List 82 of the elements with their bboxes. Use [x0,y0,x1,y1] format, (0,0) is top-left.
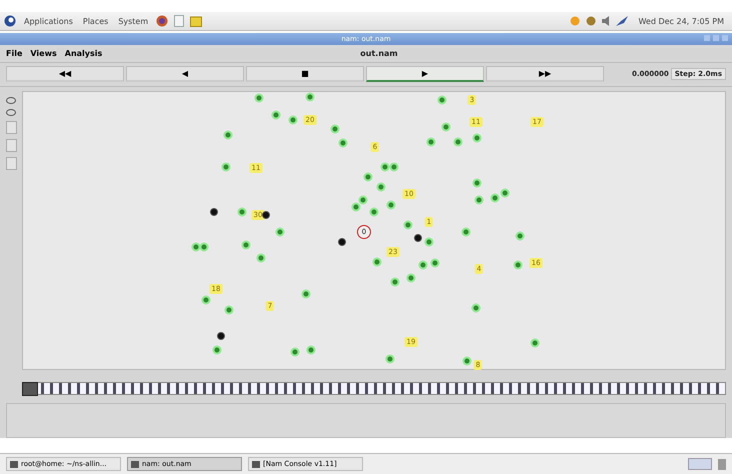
sensor-node [392,279,398,284]
tool-button[interactable] [6,120,16,134]
slider-thumb[interactable] [22,382,38,396]
sensor-node [292,349,298,354]
sensor-node [432,260,438,266]
sensor-node [224,164,228,170]
sensor-node [360,197,366,202]
sensor-node [374,259,380,264]
timeline-slider[interactable] [22,382,726,396]
sensor-node [378,184,384,190]
sensor-node [428,139,434,144]
gateway-node [338,238,346,246]
playback-button[interactable]: ▶▶ [486,66,604,82]
menu-item[interactable]: File [6,48,22,58]
sensor-node [392,164,396,170]
sensor-node [214,347,220,352]
sensor-node [226,132,230,138]
sensor-node [388,202,394,208]
panel-menu[interactable]: System [116,16,150,26]
tool-button[interactable] [6,138,16,152]
sensor-node [332,126,338,132]
sensor-node [278,229,282,234]
sensor-node [372,209,376,214]
sensor-node [244,242,248,248]
sensor-node [308,347,314,352]
sensor-node [476,197,482,202]
menu-item[interactable]: Analysis [64,48,102,58]
sensor-node [382,164,388,170]
sensor-node [406,222,410,228]
sensor-node [256,95,262,100]
document-icon[interactable] [174,15,184,27]
sensor-node [388,356,392,362]
sensor-node [290,117,296,122]
workspace-icon[interactable] [688,458,712,470]
playback-button[interactable]: ■ [246,66,364,82]
sensor-node [474,135,480,140]
sensor-node [474,305,478,310]
window-icon [131,460,139,468]
sensor-node [426,239,432,244]
sensor-node [532,340,538,346]
tool-button[interactable] [6,156,16,170]
playback-button[interactable]: ▶ [366,66,484,82]
zoom-out-icon[interactable] [6,108,16,116]
sensor-node [240,209,244,214]
sensor-node [420,262,426,268]
zoom-in-icon[interactable] [6,96,16,104]
sensor-node [502,190,508,196]
sensor-node [354,204,358,210]
panel-menu[interactable]: Places [80,16,110,26]
sensor-node [308,94,312,100]
panel-menu[interactable]: Applications [22,16,75,26]
sensor-node [194,244,198,250]
sensor-node [440,97,444,102]
gateway-node [414,234,422,242]
clock[interactable]: Wed Dec 24, 7:05 PM [634,16,728,26]
sensor-node [474,180,480,186]
playback-button[interactable]: ◀◀ [6,66,124,82]
sensor-node [204,297,208,302]
sensor-node [408,275,414,280]
sensor-node [304,291,308,296]
sensor-node [516,262,520,268]
sensor-node [340,140,346,146]
sensor-node [492,195,498,200]
file-name: out.nam [360,48,398,58]
sensor-node [464,358,470,364]
playback-button[interactable]: ◀ [126,66,244,82]
sensor-node [444,124,448,130]
gateway-node [210,208,218,216]
sensor-node [202,244,206,250]
gateway-node [217,332,225,340]
speaker-icon [602,16,610,26]
sensor-node [366,174,370,180]
sensor-node [518,233,522,238]
sensor-node [456,139,460,144]
sensor-node [258,255,264,260]
menu-item[interactable]: Views [30,48,57,58]
gateway-node [262,210,270,219]
window-icon [252,460,260,468]
sensor-node [274,112,278,118]
sensor-node [226,307,232,312]
sensor-node [464,229,468,234]
window-icon [10,460,18,468]
